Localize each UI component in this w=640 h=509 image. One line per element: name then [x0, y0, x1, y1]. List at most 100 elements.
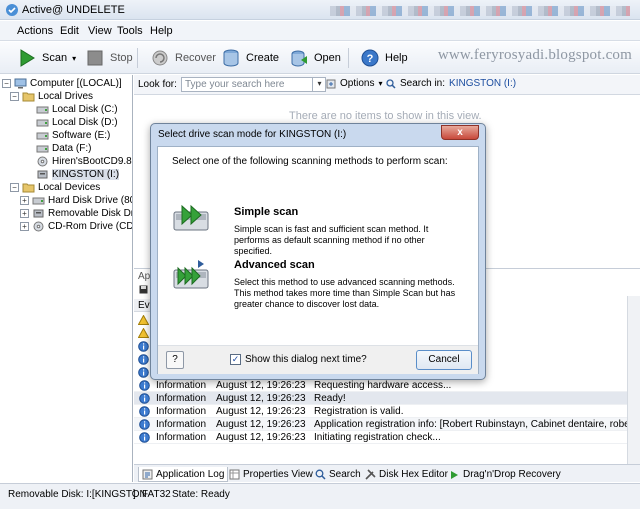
log-row[interactable]: Information August 12, 19:26:23 Requesti…	[134, 379, 640, 392]
options-label: Options	[340, 78, 375, 89]
menu-actions[interactable]: Actions	[17, 25, 53, 37]
show-dialog-label[interactable]: Show this dialog next time?	[245, 354, 367, 365]
expand-icon[interactable]: +	[20, 222, 29, 231]
properties-icon	[229, 469, 240, 480]
create-label: Create	[246, 52, 280, 64]
log-scrollbar[interactable]	[627, 296, 640, 464]
tab-disk-hex-editor[interactable]: Disk Hex Editor	[362, 467, 451, 482]
collapse-icon[interactable]: −	[10, 183, 19, 192]
tab-properties-view[interactable]: Properties View	[226, 467, 316, 482]
help-icon: ?	[361, 49, 379, 67]
log-message: Registration is valid.	[314, 405, 404, 417]
tab-drag-drop-recovery[interactable]: Drag'n'Drop Recovery	[446, 467, 564, 482]
tree-item-drive-e[interactable]: Software (E:)	[36, 129, 110, 142]
tree-label: Local Disk (D:)	[52, 117, 118, 128]
recover-button[interactable]: Recover	[147, 46, 219, 70]
info-icon	[138, 354, 149, 365]
log-row[interactable]: Information August 12, 19:26:23 Initiati…	[134, 431, 640, 444]
scan-label: Scan	[42, 52, 68, 64]
advanced-scan-title[interactable]: Advanced scan	[234, 259, 315, 271]
tree-item-kingston[interactable]: KINGSTON (I:)	[36, 168, 120, 181]
tree-item-local-devices[interactable]: − Local Devices	[10, 181, 100, 194]
tree-label: KINGSTON (I:)	[52, 169, 120, 180]
tab-application-log[interactable]: Application Log	[138, 467, 229, 482]
tree-item-hdd-device[interactable]: + Hard Disk Drive (80H	[20, 194, 132, 207]
menu-help[interactable]: Help	[150, 25, 173, 37]
hard-disk-icon	[32, 197, 45, 205]
stop-button[interactable]: Stop	[82, 46, 136, 70]
tab-label: Disk Hex Editor	[379, 469, 448, 480]
log-time: August 12, 19:26:23	[216, 405, 306, 417]
tree-item-removable-device[interactable]: + Removable Disk Driv	[20, 207, 133, 220]
tab-label: Drag'n'Drop Recovery	[463, 469, 561, 480]
dialog-title: Select drive scan mode for KINGSTON (I:)	[158, 129, 347, 140]
cancel-button[interactable]: Cancel	[416, 350, 472, 370]
tree-item-drive-f[interactable]: Data (F:)	[36, 142, 91, 155]
search-input[interactable]: Type your search here	[181, 77, 326, 92]
tree-item-local-drives[interactable]: − Local Drives	[10, 90, 93, 103]
dialog-help-button[interactable]: ?	[166, 351, 184, 369]
tree-item-drive-c[interactable]: Local Disk (C:)	[36, 103, 118, 116]
search-in-button[interactable]: Search in: KINGSTON (I:)	[386, 78, 516, 89]
log-time: August 12, 19:26:23	[216, 431, 306, 443]
save-icon[interactable]	[139, 285, 148, 294]
open-button[interactable]: Open	[286, 46, 344, 70]
tree-item-drive-d[interactable]: Local Disk (D:)	[36, 116, 118, 129]
window-title: Active@ UNDELETE	[22, 4, 125, 16]
create-button[interactable]: Create	[218, 46, 282, 70]
status-bracket: ]	[133, 489, 136, 500]
look-for-label: Look for:	[138, 79, 177, 90]
usb-drive-icon	[33, 209, 44, 218]
info-icon	[139, 392, 150, 404]
menu-edit[interactable]: Edit	[60, 25, 79, 37]
tree-label: CD-Rom Drive (CD#	[48, 221, 133, 232]
computer-icon	[14, 78, 27, 89]
expand-icon[interactable]: +	[20, 209, 29, 218]
menu-tools[interactable]: Tools	[117, 25, 143, 37]
database-icon	[223, 49, 239, 67]
info-icon	[139, 431, 150, 443]
tree-label: Local Devices	[38, 182, 101, 193]
tree-item-drive-g[interactable]: Hiren'sBootCD9.8 (G	[36, 155, 132, 168]
simple-scan-icon[interactable]	[172, 202, 212, 236]
show-dialog-checkbox[interactable]: ✓	[230, 354, 241, 365]
help-label: Help	[385, 52, 408, 64]
scan-mode-dialog: Select drive scan mode for KINGSTON (I:)…	[150, 123, 486, 380]
drag-drop-icon	[451, 471, 458, 479]
tab-search[interactable]: Search	[312, 467, 364, 482]
info-icon	[138, 367, 149, 378]
cd-icon	[33, 221, 44, 232]
chevron-down-icon[interactable]: ▾	[312, 77, 326, 92]
tree-item-cdrom-device[interactable]: + CD-Rom Drive (CD#	[20, 220, 133, 233]
log-message: Ready!	[314, 392, 346, 404]
app-icon	[6, 4, 18, 16]
options-button[interactable]: Options ▾	[326, 78, 382, 89]
advanced-scan-icon[interactable]	[172, 258, 212, 292]
tree-label: Hard Disk Drive (80H	[48, 195, 132, 206]
menu-view[interactable]: View	[88, 25, 112, 37]
tree-label: Data (F:)	[52, 143, 92, 154]
collapse-icon[interactable]: −	[10, 92, 19, 101]
tree-label: Removable Disk Driv	[48, 208, 133, 219]
search-in-value: KINGSTON (I:)	[449, 78, 517, 89]
simple-scan-title[interactable]: Simple scan	[234, 206, 298, 218]
empty-results-message: There are no items to show in this view.	[289, 110, 482, 122]
log-row[interactable]: Information August 12, 19:26:23 Applicat…	[134, 418, 640, 431]
search-in-label: Search in:	[400, 78, 446, 89]
help-button[interactable]: ? Help	[357, 46, 411, 70]
info-icon	[139, 418, 150, 430]
log-column-header[interactable]: Ev	[138, 300, 150, 311]
close-button[interactable]: x	[441, 125, 479, 140]
tree-item-computer[interactable]: − Computer [(LOCAL)]	[2, 77, 122, 90]
play-icon	[20, 49, 35, 67]
status-state: State: Ready	[172, 489, 230, 500]
status-bar: Removable Disk: I:[KINGSTON ] FAT32 Stat…	[0, 483, 640, 509]
dialog-instruction: Select one of the following scanning met…	[172, 156, 448, 167]
expand-icon[interactable]: +	[20, 196, 29, 205]
collapse-icon[interactable]: −	[2, 79, 11, 88]
log-message: Requesting hardware access...	[314, 379, 452, 391]
log-row[interactable]: Information August 12, 19:26:23 Registra…	[134, 405, 640, 418]
log-row[interactable]: Information August 12, 19:26:23 Ready!	[134, 392, 640, 405]
advanced-scan-description: Select this method to use advanced scann…	[234, 277, 456, 309]
scan-button[interactable]: Scan ▾	[14, 46, 79, 70]
